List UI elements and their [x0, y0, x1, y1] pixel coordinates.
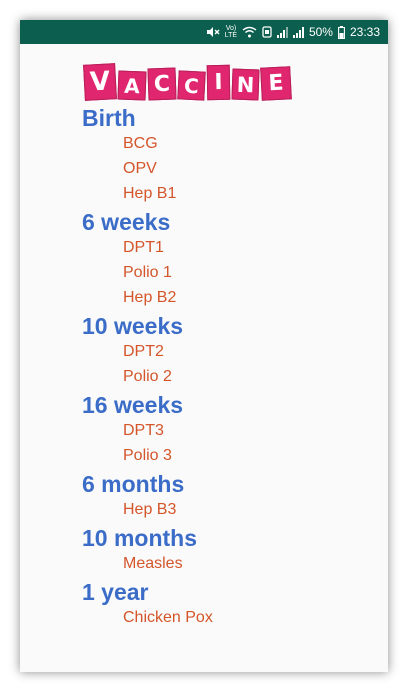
age-group: 6 weeks DPT1 Polio 1 Hep B2	[82, 209, 388, 310]
age-heading: 6 weeks	[82, 209, 171, 235]
data-icon	[262, 25, 272, 39]
phone-screen: Vo) LTE 50% 23:33 V A C C I N E Birth BC…	[20, 20, 388, 672]
age-group: 10 months Measles	[82, 525, 388, 576]
age-group: 6 months Hep B3	[82, 471, 388, 522]
age-group: 16 weeks DPT3 Polio 3	[82, 392, 388, 468]
vaccine-item: BCG	[123, 135, 158, 152]
age-heading: Birth	[82, 105, 136, 131]
vaccine-item: Polio 2	[123, 368, 172, 385]
logo-letter: I	[206, 64, 231, 101]
battery-percent: 50%	[308, 25, 333, 39]
vaccine-item: Hep B3	[123, 501, 177, 518]
vaccine-item: Measles	[123, 555, 183, 572]
age-group: Birth BCG OPV Hep B1	[82, 105, 388, 206]
vaccine-item: Polio 1	[123, 264, 172, 281]
logo-letter: V	[83, 63, 117, 101]
vaccine-item: Chicken Pox	[123, 609, 213, 626]
vaccine-item: OPV	[123, 160, 157, 177]
signal-icon	[276, 26, 288, 38]
clock: 23:33	[349, 25, 380, 39]
age-heading: 10 months	[82, 525, 198, 551]
logo-letter: C	[147, 67, 177, 101]
logo-letter: A	[117, 70, 147, 101]
age-heading: 6 months	[82, 471, 185, 497]
vaccine-item: Hep B2	[123, 289, 177, 306]
age-heading: 10 weeks	[82, 313, 184, 339]
vaccine-item: DPT1	[123, 239, 164, 256]
vaccine-item: DPT2	[123, 343, 164, 360]
vaccine-item: Hep B1	[123, 185, 177, 202]
status-bar: Vo) LTE 50% 23:33	[20, 20, 388, 44]
age-group: 10 weeks DPT2 Polio 2	[82, 313, 388, 389]
vaccine-item: Polio 3	[123, 447, 172, 464]
logo-letter: E	[260, 66, 292, 101]
volte-icon: Vo) LTE	[224, 25, 238, 39]
wifi-icon	[242, 25, 257, 39]
age-heading: 1 year	[82, 579, 149, 605]
schedule-groups: Birth BCG OPV Hep B1 6 weeks DPT1 Polio 1 Hep B…	[82, 105, 388, 630]
logo-letter: C	[177, 70, 206, 101]
logo-letter: N	[231, 68, 260, 101]
vaccine-item: DPT3	[123, 422, 164, 439]
age-group: 1 year Chicken Pox	[82, 579, 388, 630]
signal-icon	[292, 26, 304, 38]
vaccine-logo: VACCINE	[83, 58, 388, 101]
age-heading: 16 weeks	[82, 392, 184, 418]
schedule-list: VACCINE Birth BCG OPV Hep B1 6 weeks DPT1 Poli…	[20, 44, 388, 630]
battery-icon	[338, 25, 345, 39]
mute-icon	[206, 25, 220, 39]
